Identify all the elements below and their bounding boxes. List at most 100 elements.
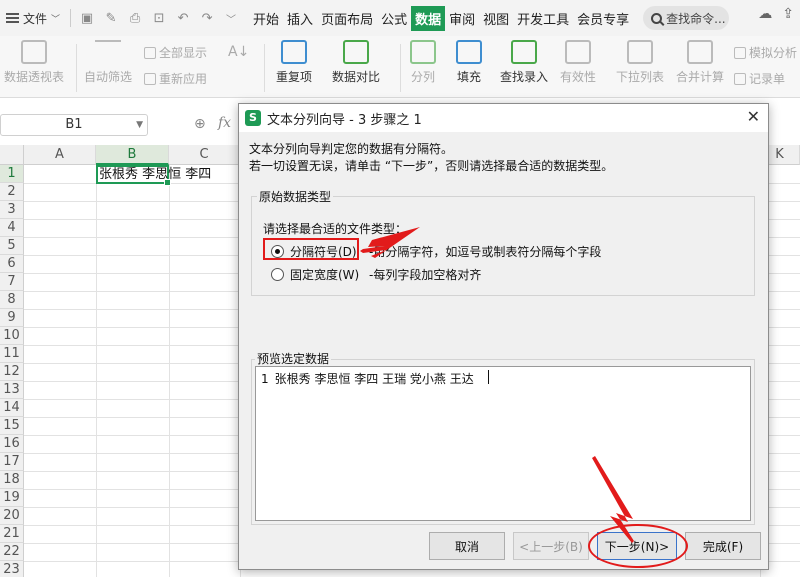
column-header-a[interactable]: A [24, 145, 96, 165]
pivot-table-icon [21, 40, 47, 64]
row-header[interactable]: 11 [0, 345, 24, 363]
chevron-down-icon: ▼ [136, 120, 143, 130]
tab-developer[interactable]: 开发工具 [513, 6, 573, 31]
row-header[interactable]: 7 [0, 273, 24, 291]
insert-function-icon[interactable]: fx [218, 115, 231, 131]
pivot-table-label: 数据透视表 [4, 70, 65, 84]
file-menu[interactable]: 文件 ﹀ [0, 6, 66, 30]
window-tools: ☁ ⇪ [758, 6, 800, 22]
row-header[interactable]: 22 [0, 543, 24, 561]
autofilter-label: 自动筛选 [84, 70, 133, 84]
record-form-button[interactable]: 记录单 [734, 70, 785, 87]
tab-view[interactable]: 视图 [479, 6, 513, 31]
data-compare-icon [343, 40, 369, 64]
close-icon[interactable]: ✕ [747, 107, 760, 126]
row-header[interactable]: 15 [0, 417, 24, 435]
column-header-c[interactable]: C [169, 145, 240, 165]
consolidate-button[interactable]: 合并计算 [676, 40, 724, 85]
cancel-button[interactable]: 取消 [429, 532, 505, 560]
menu-tabs: 开始 插入 页面布局 公式 数据 审阅 视图 开发工具 会员专享 [249, 5, 633, 31]
dialog-title: 文本分列向导 - 3 步骤之 1 [267, 112, 422, 128]
customize-chevron-icon[interactable]: ﹀ [222, 9, 240, 27]
zoom-icon[interactable]: ⊕ [194, 116, 206, 132]
radio-fixed-width[interactable]: 固定宽度(W) [271, 266, 359, 283]
file-type-prompt: 请选择最合适的文件类型： [263, 222, 408, 236]
autofilter-button[interactable]: 自动筛选 [84, 40, 132, 85]
tab-insert[interactable]: 插入 [283, 6, 317, 31]
row-header[interactable]: 2 [0, 183, 24, 201]
show-all-button[interactable]: 全部显示 [144, 44, 207, 61]
radio-fixed-width-description: -每列字段加空格对齐 [369, 268, 482, 282]
row-header[interactable]: 1 [0, 165, 24, 183]
tab-member[interactable]: 会员专享 [573, 6, 633, 31]
file-menu-label: 文件 [23, 11, 48, 26]
row-header[interactable]: 17 [0, 453, 24, 471]
row-header[interactable]: 18 [0, 471, 24, 489]
hamburger-icon [6, 13, 19, 23]
split-column-icon [410, 40, 436, 64]
filter-icon [95, 40, 121, 64]
row-header[interactable]: 20 [0, 507, 24, 525]
print-icon[interactable]: ⎙ [126, 9, 144, 27]
preview-area[interactable]: 1 张根秀 李思恒 李四 王瑞 党小燕 王达 [255, 366, 751, 521]
chevron-down-icon: ﹀ [51, 14, 61, 25]
row-header[interactable]: 16 [0, 435, 24, 453]
reapply-label: 重新应用 [159, 72, 208, 86]
dialog-titlebar[interactable]: S 文本分列向导 - 3 步骤之 1 ✕ [239, 104, 768, 132]
tab-review[interactable]: 审阅 [445, 6, 479, 31]
row-header[interactable]: 8 [0, 291, 24, 309]
undo-icon[interactable]: ↶ [174, 9, 192, 27]
finish-button[interactable]: 完成(F) [685, 532, 761, 560]
format-painter-icon[interactable]: ✎ [102, 9, 120, 27]
what-if-button[interactable]: 模拟分析 [734, 44, 797, 61]
back-button[interactable]: <上一步(B) [513, 532, 589, 560]
print-preview-icon[interactable]: ⊡ [150, 9, 168, 27]
row-header[interactable]: 6 [0, 255, 24, 273]
validity-button[interactable]: 有效性 [560, 40, 596, 85]
duplicates-button[interactable]: 重复项 [276, 40, 312, 85]
command-search[interactable]: 查找命令... [643, 6, 730, 30]
data-compare-label: 数据对比 [332, 70, 381, 84]
row-header[interactable]: 3 [0, 201, 24, 219]
sort-button[interactable]: A↓ [228, 44, 249, 60]
lookup-entry-button[interactable]: 查找录入 [500, 40, 548, 85]
data-compare-button[interactable]: 数据对比 [332, 40, 380, 85]
consolidate-icon [687, 40, 713, 64]
row-header[interactable]: 5 [0, 237, 24, 255]
row-header[interactable]: 19 [0, 489, 24, 507]
pivot-table-button[interactable]: 数据透视表 [4, 40, 64, 85]
command-search-label: 查找命令... [666, 11, 726, 26]
share-icon[interactable]: ⇪ [782, 6, 794, 22]
row-header[interactable]: 13 [0, 381, 24, 399]
save-icon[interactable]: ▣ [78, 9, 96, 27]
preview-line: 1 张根秀 李思恒 李四 王瑞 党小燕 王达 [261, 370, 474, 387]
text-to-columns-dialog: S 文本分列向导 - 3 步骤之 1 ✕ 文本分列向导判定您的数据有分隔符。 若… [238, 103, 769, 570]
column-header-b[interactable]: B [96, 145, 169, 165]
reapply-button[interactable]: 重新应用 [144, 70, 207, 87]
row-header[interactable]: 23 [0, 561, 24, 577]
cloud-sync-icon[interactable]: ☁ [758, 6, 772, 22]
tab-formulas[interactable]: 公式 [377, 6, 411, 31]
fill-button[interactable]: 填充 [456, 40, 482, 85]
dropdown-list-button[interactable]: 下拉列表 [616, 40, 664, 85]
row-header[interactable]: 10 [0, 327, 24, 345]
row-header[interactable]: 4 [0, 219, 24, 237]
redo-icon[interactable]: ↷ [198, 9, 216, 27]
show-all-label: 全部显示 [159, 46, 208, 60]
split-column-button[interactable]: 分列 [410, 40, 436, 85]
radio-fixed-width-indicator[interactable] [271, 268, 284, 281]
select-all-corner[interactable] [0, 145, 24, 165]
duplicates-label: 重复项 [276, 70, 313, 84]
name-box[interactable]: B1 ▼ [0, 114, 148, 136]
preview-line-text: 张根秀 李思恒 李四 王瑞 党小燕 王达 [274, 372, 474, 386]
row-header[interactable]: 9 [0, 309, 24, 327]
row-header[interactable]: 21 [0, 525, 24, 543]
tab-home[interactable]: 开始 [249, 6, 283, 31]
what-if-label: 模拟分析 [749, 46, 798, 60]
row-header[interactable]: 14 [0, 399, 24, 417]
text-caret [488, 370, 489, 384]
tab-page-layout[interactable]: 页面布局 [317, 6, 377, 31]
tab-data[interactable]: 数据 [411, 5, 446, 31]
row-header[interactable]: 12 [0, 363, 24, 381]
radio-delimited-description: -用分隔字符，如逗号或制表符分隔每个字段 [369, 245, 602, 259]
